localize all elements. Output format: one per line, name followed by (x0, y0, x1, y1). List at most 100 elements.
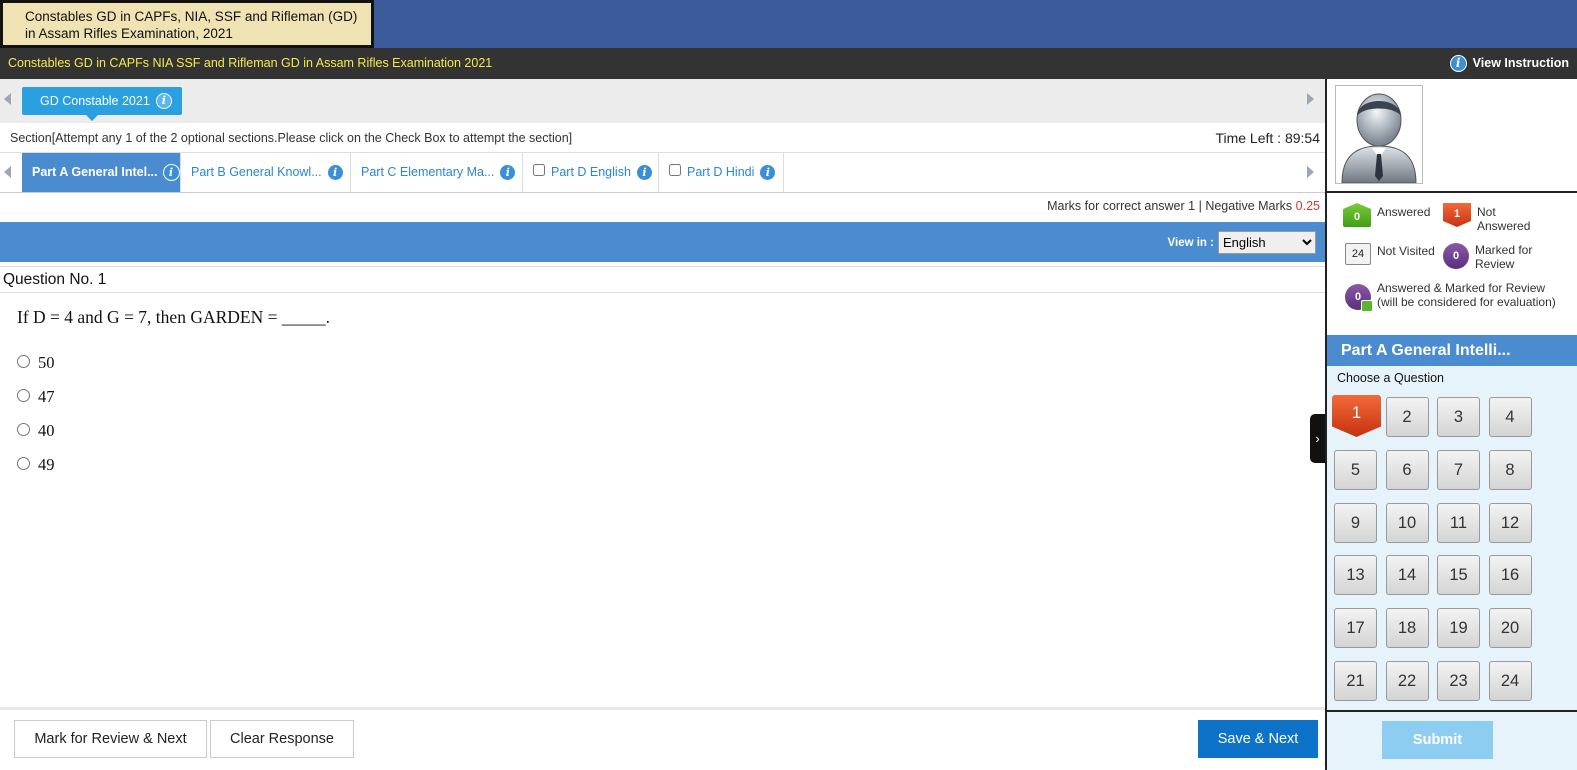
question-number: Question No. 1 (0, 266, 1332, 293)
clear-response-button[interactable]: Clear Response (210, 720, 354, 758)
question-button-23[interactable]: 23 (1437, 661, 1480, 701)
legend-not-answered: 1 Not Answered (1443, 203, 1573, 233)
info-icon[interactable]: i (162, 164, 180, 181)
candidate-avatar (1335, 85, 1423, 184)
tab-label: Part C Elementary Ma... (361, 165, 495, 179)
question-button-17[interactable]: 17 (1334, 608, 1377, 649)
view-in: View in : English (1168, 231, 1316, 254)
palette-section-name: Part A General Intelli... (1327, 335, 1577, 366)
candidate-profile (1327, 79, 1577, 193)
exam-box-title: Constables GD in CAPFs, NIA, SSF and Rif… (3, 3, 371, 45)
attempt-section-checkbox[interactable] (533, 163, 545, 176)
section-scroll-right-icon[interactable] (1307, 166, 1314, 178)
option-2[interactable]: 47 (17, 387, 55, 407)
info-icon[interactable]: i (155, 93, 172, 109)
option-radio[interactable] (17, 456, 30, 470)
option-label: 49 (38, 455, 55, 474)
info-icon[interactable]: i (326, 164, 344, 181)
question-button-13[interactable]: 13 (1334, 555, 1377, 596)
option-radio[interactable] (17, 422, 30, 436)
exam-title-box: Constables GD in CAPFs, NIA, SSF and Rif… (0, 0, 374, 48)
question-button-22[interactable]: 22 (1385, 661, 1429, 701)
collapse-panel-toggle[interactable]: › (1310, 414, 1325, 463)
language-select[interactable]: English (1218, 231, 1316, 254)
option-3[interactable]: 40 (17, 421, 55, 441)
tab-label: Part B General Knowl... (191, 165, 322, 179)
group-tab-bar: GD Constable 2021 i (0, 79, 1332, 123)
question-button-6[interactable]: 6 (1385, 449, 1429, 490)
question-button-20[interactable]: 20 (1488, 608, 1532, 649)
question-button-9[interactable]: 9 (1334, 502, 1377, 543)
tab-part-b[interactable]: Part B General Knowl... i (181, 153, 351, 192)
legend-label: Answered (1377, 205, 1431, 219)
question-button-1[interactable]: 1 (1332, 395, 1381, 437)
question-panel: GD Constable 2021 i Section[Attempt any … (0, 79, 1332, 770)
submit-button[interactable]: Submit (1382, 721, 1493, 759)
correct-marks-value: 1 (1188, 199, 1196, 213)
info-icon[interactable]: i (635, 164, 653, 181)
negative-marks-label: Negative Marks (1205, 199, 1293, 213)
scroll-right-arrow-icon[interactable] (1307, 93, 1314, 105)
exam-title: Constables GD in CAPFs NIA SSF and Rifle… (8, 56, 493, 70)
section-scroll-left-icon[interactable] (4, 166, 11, 178)
scroll-left-arrow-icon[interactable] (4, 93, 11, 105)
question-button-14[interactable]: 14 (1385, 555, 1429, 596)
mark-for-review-next-button[interactable]: Mark for Review & Next (14, 720, 207, 758)
action-footer: Mark for Review & Next Clear Response Sa… (0, 707, 1332, 770)
question-button-19[interactable]: 19 (1437, 608, 1480, 649)
section-instruction: Section[Attempt any 1 of the 2 optional … (10, 131, 573, 145)
question-button-8[interactable]: 8 (1488, 449, 1532, 490)
legend-answered-marked: 0 Answered & Marked for Review (will be … (1345, 281, 1570, 312)
tab-part-c[interactable]: Part C Elementary Ma... i (351, 153, 523, 192)
tab-part-d-english[interactable]: Part D English i (523, 153, 659, 192)
user-avatar-icon (1341, 93, 1417, 184)
attempt-section-checkbox[interactable] (669, 163, 681, 176)
question-button-15[interactable]: 15 (1437, 555, 1480, 596)
marks-separator: | (1198, 199, 1202, 213)
option-radio[interactable] (17, 354, 30, 368)
info-icon[interactable]: i (499, 164, 517, 181)
tab-part-d-hindi[interactable]: Part D Hindi i (659, 153, 784, 192)
status-legend: 0 Answered 1 Not Answered 24 Not Visited… (1327, 193, 1577, 335)
option-1[interactable]: 50 (17, 353, 55, 373)
tab-part-a[interactable]: Part A General Intel... i (22, 153, 181, 192)
section-tabs: Part A General Intel... i Part B General… (0, 153, 1332, 193)
option-label: 40 (38, 421, 55, 440)
question-button-11[interactable]: 11 (1437, 502, 1480, 543)
question-button-10[interactable]: 10 (1385, 502, 1429, 543)
question-button-16[interactable]: 16 (1488, 555, 1532, 596)
legend-label: Not Answered (1477, 205, 1531, 233)
view-instruction-link[interactable]: i View Instruction (1449, 48, 1569, 79)
exam-title-bar: Constables GD in CAPFs NIA SSF and Rifle… (0, 48, 1577, 79)
info-icon[interactable]: i (759, 164, 777, 181)
question-button-18[interactable]: 18 (1385, 608, 1429, 649)
marked-review-status-icon: 0 (1443, 243, 1469, 269)
legend-label: Marked for Review (1475, 243, 1533, 271)
choose-question-label: Choose a Question (1337, 371, 1445, 385)
tab-label: Part A General Intel... (32, 165, 158, 179)
question-palette-panel: 0 Answered 1 Not Answered 24 Not Visited… (1325, 79, 1577, 770)
question-button-21[interactable]: 21 (1334, 661, 1377, 701)
question-button-12[interactable]: 12 (1488, 502, 1532, 543)
marks-info: Marks for correct answer 1 | Negative Ma… (1047, 199, 1320, 213)
not-answered-status-icon: 1 (1443, 203, 1471, 227)
answered-marked-status-icon: 0 (1345, 284, 1373, 312)
option-radio[interactable] (17, 388, 30, 402)
question-button-24[interactable]: 24 (1488, 661, 1532, 701)
option-label: 50 (38, 353, 55, 372)
question-button-2[interactable]: 2 (1385, 397, 1429, 437)
time-left-value: 89:54 (1284, 130, 1320, 146)
legend-marked-for-review: 0 Marked for Review (1443, 243, 1573, 271)
question-button-3[interactable]: 3 (1437, 397, 1480, 437)
section-instruction-bar: Section[Attempt any 1 of the 2 optional … (0, 123, 1332, 153)
option-4[interactable]: 49 (17, 455, 55, 475)
question-button-4[interactable]: 4 (1488, 397, 1532, 437)
question-button-7[interactable]: 7 (1437, 449, 1480, 490)
save-next-button[interactable]: Save & Next (1198, 720, 1318, 758)
question-button-5[interactable]: 5 (1334, 449, 1377, 490)
option-label: 47 (38, 387, 55, 406)
group-tab-gd-constable[interactable]: GD Constable 2021 i (22, 87, 182, 121)
view-in-label: View in : (1167, 236, 1214, 249)
legend-label: Not Visited (1377, 244, 1435, 258)
tab-label: Part D English (551, 165, 631, 179)
